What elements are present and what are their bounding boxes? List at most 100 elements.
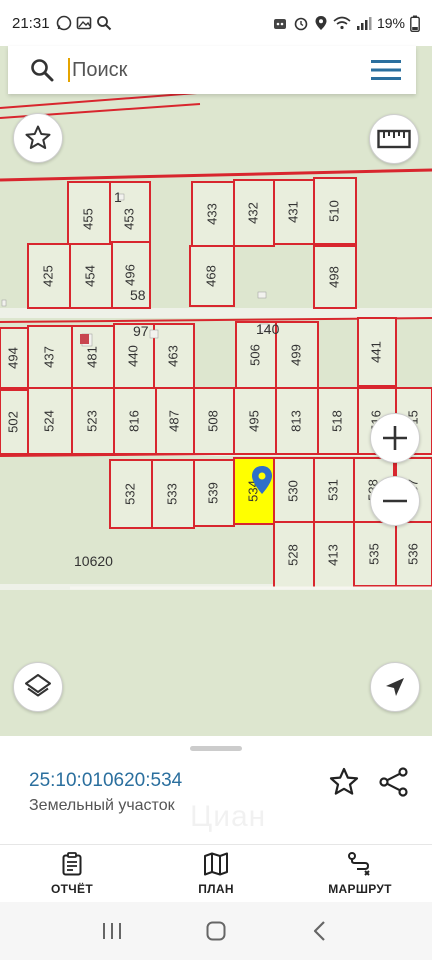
minus-icon [383,499,407,503]
parcel[interactable]: 437 [27,325,73,389]
building [1,299,7,307]
parcel[interactable]: 518 [317,387,359,455]
parcel-number: 816 [126,410,141,432]
nav-route-label: МАРШРУТ [328,881,392,896]
parcel-number: 487 [166,410,181,432]
favorite-star-icon[interactable] [328,766,360,798]
parcel[interactable]: 531 [313,457,355,523]
block-label: 10620 [74,553,113,569]
parcel-number: 533 [164,483,179,505]
layers-button[interactable] [13,662,63,712]
block-label: 140 [256,321,280,337]
parcel[interactable]: 523 [71,387,115,455]
ruler-button[interactable] [369,114,419,164]
parcel-number: 508 [205,410,220,432]
parcel[interactable]: 463 [153,323,195,389]
parcel-number: 437 [41,346,56,368]
navigation-arrow-icon [386,678,404,696]
map-canvas[interactable]: 455 453 433 432 431 510 425 454 496 468 498 494 437 4… [0,46,432,736]
nav-report[interactable]: ОТЧЁТ [0,845,144,902]
parcel-number: 539 [205,482,220,504]
layers-icon [25,674,51,697]
parcel[interactable]: 508 [193,387,235,455]
parcel-number: 530 [285,480,300,502]
parcel[interactable]: 813 [275,387,319,455]
object-type: Земельный участок [29,797,175,814]
building [80,334,89,344]
building [149,329,159,339]
cadastral-map[interactable]: 455 453 433 432 431 510 425 454 496 468 498 494 437 4… [0,46,432,736]
parcel[interactable]: 425 [27,243,71,309]
hamburger-menu-icon[interactable] [366,50,406,90]
zoom-out-button[interactable] [370,476,420,526]
sheet-drag-handle[interactable] [190,746,242,751]
parcel[interactable]: 535 [353,521,397,587]
status-left-icons [56,15,112,31]
parcel-number: 440 [125,345,140,367]
parcel[interactable]: 532 [109,459,153,529]
my-location-button[interactable] [370,662,420,712]
parcel[interactable]: 494 [0,327,29,389]
parcel[interactable]: 510 [313,177,357,245]
parcel[interactable]: 530 [273,457,315,525]
parcel-number: 454 [82,265,97,287]
watermark: Циан [190,800,267,833]
nav-route[interactable]: МАРШРУТ [288,845,432,902]
ruler-icon [377,129,411,149]
share-icon[interactable] [378,766,410,798]
parcel[interactable]: 502 [0,389,29,455]
parcel[interactable]: 816 [113,387,157,455]
parcel[interactable]: 468 [189,245,235,307]
parcel[interactable]: 454 [69,243,113,309]
parcel-number: 813 [288,410,303,432]
parcel[interactable]: 432 [233,179,275,247]
plus-icon [383,426,407,450]
parcel-number: 431 [285,201,300,223]
zoom-in-button[interactable] [370,413,420,463]
parcel[interactable]: 528 [273,521,315,589]
parcel-number: 510 [326,200,341,222]
location-icon [315,16,327,30]
nav-report-label: ОТЧЁТ [51,881,93,896]
star-icon [25,125,51,149]
parcel[interactable]: 536 [395,521,432,587]
building [257,291,267,299]
parcel[interactable]: 499 [275,321,319,389]
block-label: 58 [130,287,146,303]
parcel[interactable]: 441 [357,317,397,387]
robot-icon [273,19,286,29]
nav-plan[interactable]: ПЛАН [144,845,288,902]
parcel-number: 528 [285,544,300,566]
battery-percent: 19% [376,15,405,31]
parcel-number: 432 [245,202,260,224]
parcel-number: 536 [405,543,420,565]
block-label: 97 [133,323,149,339]
parcel[interactable]: 481 [71,325,115,389]
report-icon [62,851,82,875]
system-navigation [0,902,432,960]
road [0,308,432,318]
search-icon [96,16,111,31]
parcel[interactable]: 413 [313,521,355,589]
parcel[interactable]: 533 [151,459,195,529]
home-icon[interactable] [205,920,227,942]
parcel[interactable]: 539 [193,459,235,527]
app-root: 21:31 19% 455 453 433 432 431 510 425 454 496 468… [0,0,432,960]
parcel[interactable]: 524 [27,387,73,455]
parcel[interactable]: 431 [273,179,315,245]
parcel-number: 518 [329,410,344,432]
cadastral-number: 25:10:010620:534 [29,770,183,791]
parcel-number: 455 [80,208,95,230]
parcel[interactable]: 487 [155,387,195,455]
parcel[interactable]: 433 [191,181,235,247]
status-time: 21:31 [12,14,50,32]
favorite-map-button[interactable] [13,113,63,163]
parcel[interactable]: 498 [313,245,357,309]
search-icon[interactable] [22,50,62,90]
parcel[interactable]: 495 [233,387,277,455]
recents-icon[interactable] [101,921,123,941]
signal-icon [356,17,372,30]
parcel-number: 463 [165,345,180,367]
search-input[interactable] [70,58,366,82]
back-icon[interactable] [309,920,331,942]
